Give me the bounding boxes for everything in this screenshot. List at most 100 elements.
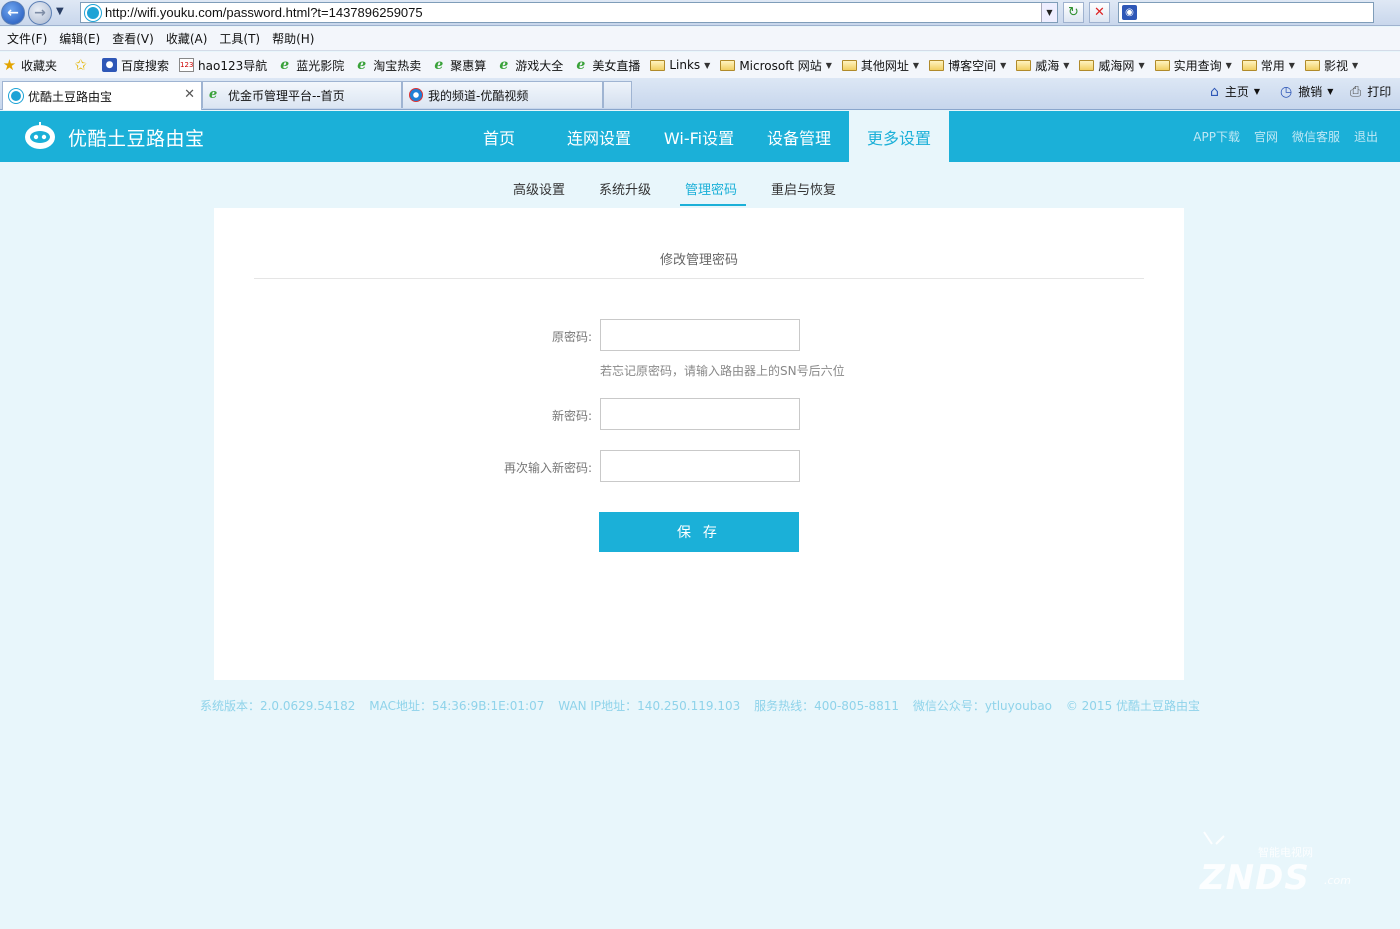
wechat-service-link[interactable]: 微信客服 <box>1292 128 1340 145</box>
fav-games[interactable]: e 游戏大全 <box>496 57 563 74</box>
watermark-logo: ZNDS <box>1200 858 1310 898</box>
fav-label: 游戏大全 <box>515 58 564 73</box>
active-subtab-indicator <box>680 204 746 206</box>
ie-page-icon: e <box>280 57 290 73</box>
fav-label: 百度搜索 <box>121 58 170 73</box>
nav-device-management[interactable]: 设备管理 <box>749 111 849 162</box>
printer-icon: ⎙ <box>1350 83 1362 100</box>
confirm-password-input[interactable] <box>600 450 800 482</box>
search-input[interactable]: ◉ <box>1118 2 1374 23</box>
service-hotline: 服务热线：400-805-8811 <box>754 699 900 713</box>
fav-juhuisuan[interactable]: e 聚惠算 <box>431 57 486 74</box>
app-download-link[interactable]: APP下载 <box>1193 128 1240 145</box>
tab-coin-platform[interactable]: e 优金币管理平台--首页 <box>202 81 402 108</box>
new-tab-button[interactable] <box>603 81 632 108</box>
chevron-down-icon: ▼ <box>1000 60 1007 70</box>
official-site-link[interactable]: 官网 <box>1254 128 1278 145</box>
header-util-links: APP下载 官网 微信客服 退出 <box>1179 128 1378 145</box>
address-bar-row: ← → ▼ http://wifi.youku.com/password.htm… <box>0 0 1400 26</box>
app-header: 优酷土豆路由宝 首页 连网设置 Wi-Fi设置 设备管理 更多设置 APP下载 … <box>0 111 1400 162</box>
menu-tools[interactable]: 工具(T) <box>216 30 269 47</box>
forward-button[interactable]: → <box>28 1 52 25</box>
fav-folder-video[interactable]: 影视 ▼ <box>1304 57 1359 74</box>
fav-label: 其他网址 <box>860 58 909 73</box>
logout-link[interactable]: 退出 <box>1354 128 1378 145</box>
fav-taobao[interactable]: e 淘宝热卖 <box>354 57 421 74</box>
back-button[interactable]: ← <box>1 1 25 25</box>
fav-folder-weihai[interactable]: 威海 ▼ <box>1016 57 1069 74</box>
favorites-center[interactable]: ★ 收藏夹 <box>2 57 57 74</box>
fav-label: Links <box>669 58 701 72</box>
site-favicon-icon <box>85 4 101 21</box>
fav-live[interactable]: e 美女直播 <box>573 57 640 74</box>
subtab-upgrade[interactable]: 系统升级 <box>599 179 651 198</box>
fav-label: 蓝光影院 <box>296 58 345 73</box>
menu-file[interactable]: 文件(F) <box>4 30 56 47</box>
refresh-icon[interactable]: ↻ <box>1063 2 1084 23</box>
fav-label: 博客空间 <box>948 58 997 73</box>
menu-edit[interactable]: 编辑(E) <box>56 30 109 47</box>
new-password-input[interactable] <box>600 398 800 430</box>
fav-bluray[interactable]: e 蓝光影院 <box>277 57 344 74</box>
baidu-paw-icon[interactable]: ◉ <box>1122 5 1137 20</box>
old-password-input[interactable] <box>600 319 800 351</box>
ie-page-icon: e <box>357 57 367 73</box>
fav-label: Microsoft 网站 <box>739 58 822 73</box>
chevron-down-icon: ▼ <box>1327 87 1334 96</box>
subtab-reboot-restore[interactable]: 重启与恢复 <box>771 179 836 198</box>
ie-page-icon: e <box>434 57 444 73</box>
close-icon[interactable]: ✕ <box>184 87 195 102</box>
fav-label: 美女直播 <box>592 58 641 73</box>
undo-button[interactable]: ◷ 撤销 ▼ <box>1280 83 1333 100</box>
fav-folder-weihaiwang[interactable]: 威海网 ▼ <box>1079 57 1145 74</box>
wan-ip: WAN IP地址：140.250.119.103 <box>558 699 741 713</box>
address-dropdown-icon[interactable]: ▼ <box>1041 3 1057 22</box>
folder-icon <box>929 59 945 71</box>
app-logo-text[interactable]: 优酷土豆路由宝 <box>68 124 205 151</box>
fav-folder-query[interactable]: 实用查询 ▼ <box>1154 57 1232 74</box>
print-button[interactable]: ⎙ 打印 <box>1350 83 1391 100</box>
folder-icon <box>1016 59 1032 71</box>
nav-more-settings[interactable]: 更多设置 <box>849 111 949 162</box>
nav-wifi-settings[interactable]: Wi-Fi设置 <box>649 111 749 162</box>
subtab-admin-password[interactable]: 管理密码 <box>685 179 737 198</box>
main-nav: 首页 连网设置 Wi-Fi设置 设备管理 更多设置 <box>449 111 949 162</box>
fav-label: 威海网 <box>1098 58 1135 73</box>
fav-folder-microsoft[interactable]: Microsoft 网站 ▼ <box>720 57 832 74</box>
tab-youku-channel[interactable]: 我的频道-优酷视频 <box>402 81 603 108</box>
tab-router[interactable]: 优酷土豆路由宝 ✕ <box>2 81 202 110</box>
add-favorite[interactable]: ✩ <box>73 58 92 73</box>
menu-help[interactable]: 帮助(H) <box>269 30 323 47</box>
home-button[interactable]: ⌂ 主页 ▼ <box>1210 83 1260 100</box>
address-url[interactable]: http://wifi.youku.com/password.html?t=14… <box>105 5 423 20</box>
chevron-down-icon: ▼ <box>1138 60 1145 70</box>
fav-label: 收藏夹 <box>21 58 58 73</box>
fav-folder-other[interactable]: 其他网址 ▼ <box>841 57 919 74</box>
fav-baidu[interactable]: ● 百度搜索 <box>102 57 169 74</box>
chevron-down-icon: ▼ <box>1253 87 1261 96</box>
mac-address: MAC地址：54:36:9B:1E:01:07 <box>369 699 545 713</box>
star-icon: ★ <box>2 56 17 74</box>
menu-favorites[interactable]: 收藏(A) <box>163 30 217 47</box>
new-password-label: 新密码: <box>551 409 592 423</box>
youku-video-icon <box>409 88 423 102</box>
address-bar[interactable]: http://wifi.youku.com/password.html?t=14… <box>80 2 1058 23</box>
subtab-advanced[interactable]: 高级设置 <box>513 179 565 198</box>
ie-page-icon: e <box>576 57 586 73</box>
forgot-password-hint: 若忘记原密码，请输入路由器上的SN号后六位 <box>600 364 845 378</box>
menu-view[interactable]: 查看(V) <box>109 30 163 47</box>
nav-home[interactable]: 首页 <box>449 111 549 162</box>
history-dropdown-icon[interactable]: ▼ <box>56 6 64 17</box>
nav-network-settings[interactable]: 连网设置 <box>549 111 649 162</box>
fav-label: 威海 <box>1035 58 1060 73</box>
save-button[interactable]: 保 存 <box>599 512 799 552</box>
fav-folder-common[interactable]: 常用 ▼ <box>1241 57 1295 74</box>
fav-hao123[interactable]: 123 hao123导航 <box>179 57 267 74</box>
fav-folder-blog[interactable]: 博客空间 ▼ <box>929 57 1006 74</box>
tab-bar: 优酷土豆路由宝 ✕ e 优金币管理平台--首页 我的频道-优酷视频 ⌂ 主页 ▼ ◷… <box>0 78 1400 110</box>
favorites-bar: ★ 收藏夹 ✩ ● 百度搜索 123 hao123导航 e 蓝光影院 e 淘宝热卖 e 聚惠… <box>0 52 1400 78</box>
stop-icon[interactable]: ✕ <box>1089 2 1110 23</box>
menu-bar: 文件(F) 编辑(E) 查看(V) 收藏(A) 工具(T) 帮助(H) <box>0 27 1400 51</box>
chevron-down-icon: ▼ <box>1351 60 1359 70</box>
fav-folder-links[interactable]: Links ▼ <box>650 58 710 72</box>
